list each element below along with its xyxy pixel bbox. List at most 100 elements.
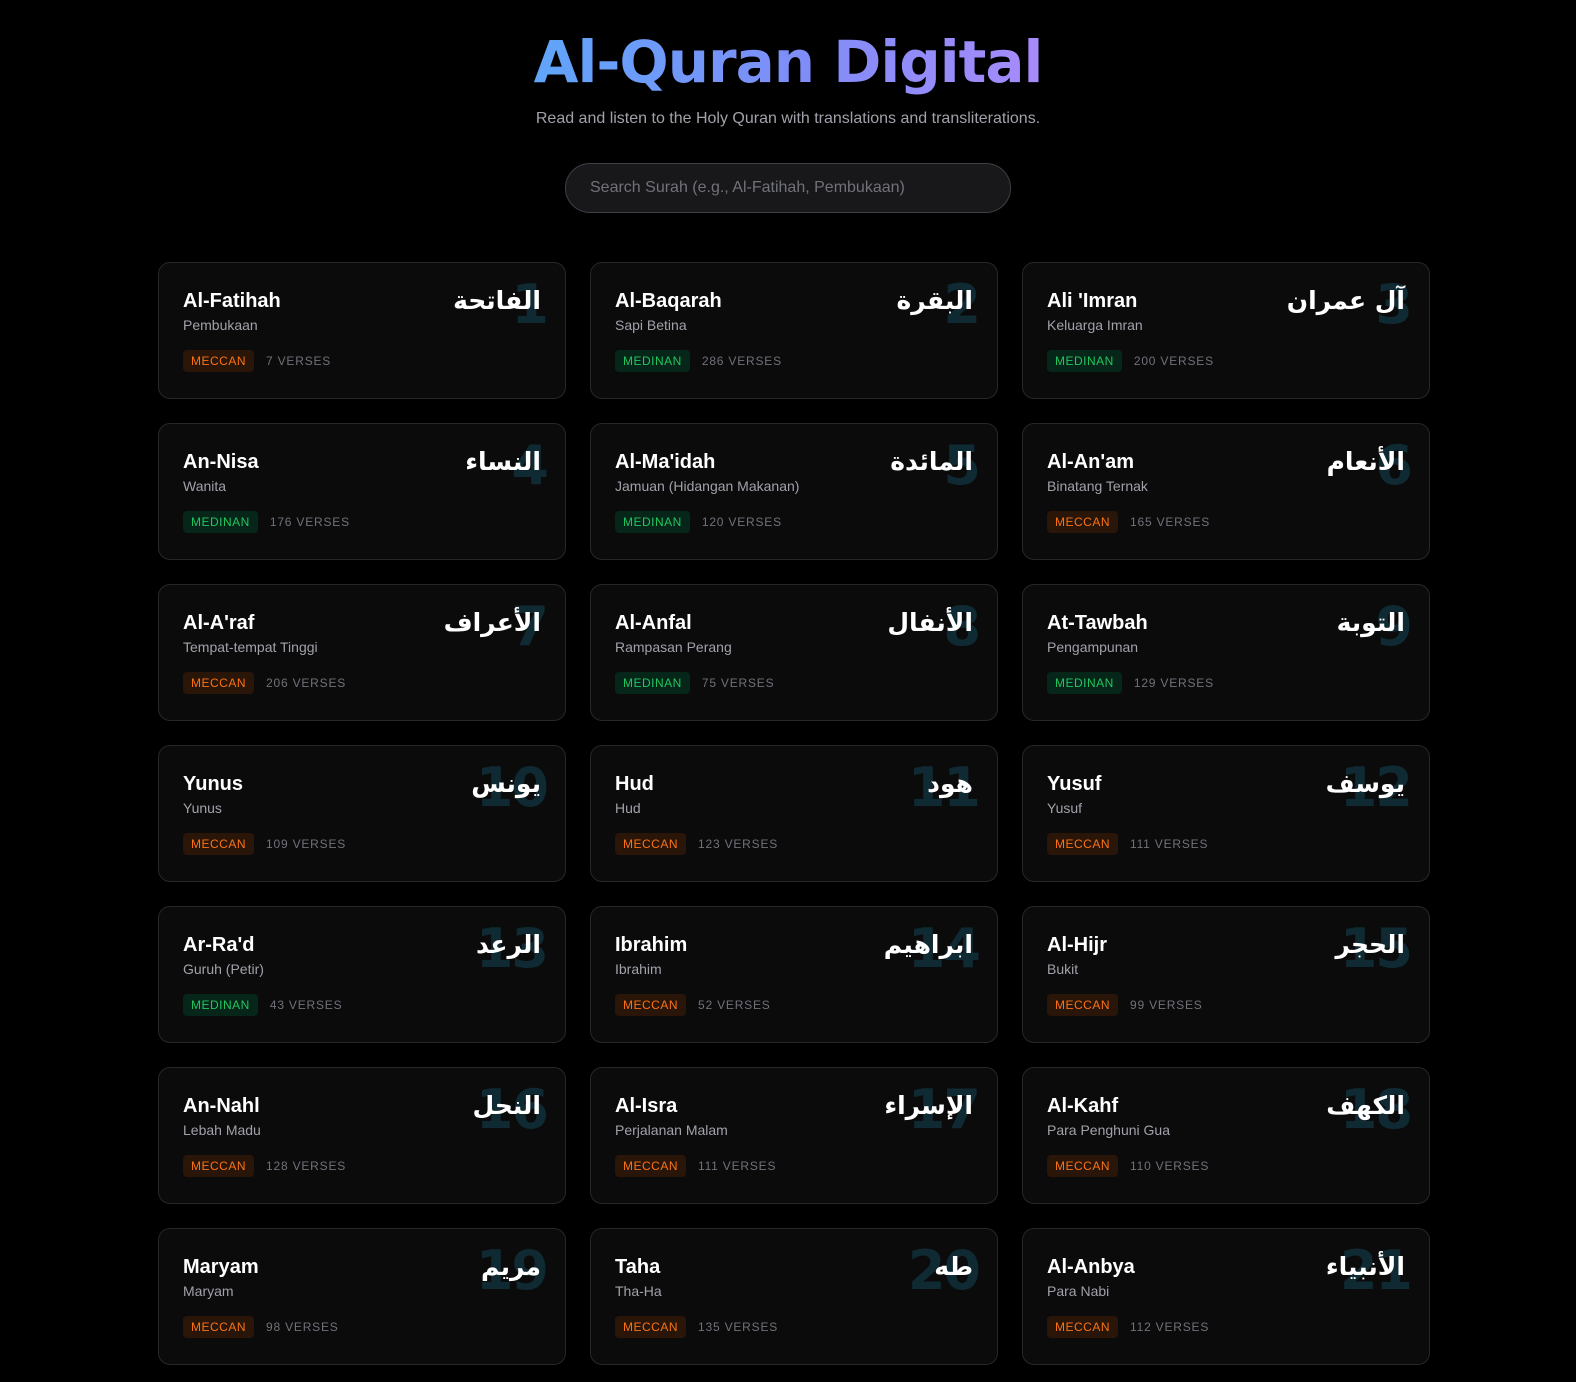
- revelation-badge: MECCAN: [1047, 833, 1119, 855]
- surah-meta: MEDINAN 129 VERSES: [1047, 672, 1214, 694]
- surah-meta: MECCAN 165 VERSES: [1047, 511, 1210, 533]
- surah-arabic-name: النحل: [472, 1091, 542, 1120]
- surah-translation: Wanita: [183, 478, 227, 494]
- surah-card-16[interactable]: 16 An-Nahl Lebah Madu النحل MECCAN 128 V…: [158, 1067, 566, 1204]
- verse-count: 128 VERSES: [266, 1159, 347, 1173]
- page-header: Al-Quran Digital Read and listen to the …: [0, 0, 1576, 130]
- surah-card-7[interactable]: 7 Al-A'raf Tempat-tempat Tinggi الأعراف …: [158, 584, 566, 721]
- verse-count: 111 VERSES: [1130, 837, 1209, 851]
- revelation-badge: MECCAN: [615, 833, 687, 855]
- surah-arabic-name: النساء: [465, 447, 541, 476]
- surah-translation: Para Penghuni Gua: [1047, 1122, 1170, 1138]
- surah-meta: MECCAN 128 VERSES: [183, 1155, 346, 1177]
- surah-translation: Maryam: [183, 1283, 234, 1299]
- surah-name: Ar-Ra'd: [183, 934, 255, 956]
- verse-count: 176 VERSES: [269, 515, 350, 529]
- surah-translation: Tha-Ha: [615, 1283, 662, 1299]
- surah-translation: Keluarga Imran: [1047, 317, 1143, 333]
- revelation-badge: MEDINAN: [183, 994, 258, 1016]
- revelation-badge: MEDINAN: [615, 511, 690, 533]
- verse-count: 43 VERSES: [269, 998, 343, 1012]
- page-subtitle: Read and listen to the Holy Quran with t…: [535, 110, 1041, 127]
- surah-card-6[interactable]: 6 Al-An'am Binatang Ternak الأنعام MECCA…: [1022, 423, 1430, 560]
- verse-count: 111 VERSES: [698, 1159, 777, 1173]
- revelation-badge: MECCAN: [615, 1316, 687, 1338]
- surah-name: Al-Baqarah: [615, 290, 722, 312]
- surah-name: Al-Anbya: [1047, 1256, 1135, 1278]
- verse-count: 123 VERSES: [698, 837, 779, 851]
- surah-card-18[interactable]: 18 Al-Kahf Para Penghuni Gua الكهف MECCA…: [1022, 1067, 1430, 1204]
- surah-name: An-Nahl: [183, 1095, 260, 1117]
- surah-name: Al-Isra: [615, 1095, 678, 1117]
- surah-translation: Ibrahim: [615, 961, 662, 977]
- surah-card-20[interactable]: 20 Taha Tha-Ha طه MECCAN 135 VERSES: [590, 1228, 998, 1365]
- page-title: Al-Quran Digital: [533, 28, 1044, 96]
- surah-name: Ibrahim: [615, 934, 688, 956]
- surah-card-13[interactable]: 13 Ar-Ra'd Guruh (Petir) الرعد MEDINAN 4…: [158, 906, 566, 1043]
- revelation-badge: MECCAN: [1047, 511, 1119, 533]
- verse-count: 109 VERSES: [266, 837, 347, 851]
- surah-arabic-name: هود: [927, 769, 973, 798]
- surah-name: Al-Kahf: [1047, 1095, 1119, 1117]
- surah-card-9[interactable]: 9 At-Tawbah Pengampunan التوبة MEDINAN 1…: [1022, 584, 1430, 721]
- verse-count: 98 VERSES: [266, 1320, 339, 1334]
- surah-card-2[interactable]: 2 Al-Baqarah Sapi Betina البقرة MEDINAN …: [590, 262, 998, 399]
- surah-translation: Yusuf: [1047, 800, 1083, 816]
- search-input[interactable]: [565, 163, 1011, 213]
- surah-card-12[interactable]: 12 Yusuf Yusuf يوسف MECCAN 111 VERSES: [1022, 745, 1430, 882]
- verse-count: 129 VERSES: [1133, 676, 1214, 690]
- surah-name: Maryam: [183, 1256, 259, 1278]
- surah-name: Ali 'Imran: [1047, 290, 1138, 312]
- surah-arabic-name: الكهف: [1326, 1091, 1405, 1120]
- surah-card-11[interactable]: 11 Hud Hud هود MECCAN 123 VERSES: [590, 745, 998, 882]
- surah-meta: MECCAN 110 VERSES: [1047, 1155, 1209, 1177]
- surah-card-10[interactable]: 10 Yunus Yunus يونس MECCAN 109 VERSES: [158, 745, 566, 882]
- surah-meta: MECCAN 98 VERSES: [183, 1316, 339, 1338]
- surah-name: At-Tawbah: [1047, 612, 1148, 634]
- surah-translation: Rampasan Perang: [615, 639, 732, 655]
- surah-name: Al-Anfal: [615, 612, 692, 634]
- verse-count: 206 VERSES: [266, 676, 347, 690]
- surah-card-21[interactable]: 21 Al-Anbya Para Nabi الأنبياء MECCAN 11…: [1022, 1228, 1430, 1365]
- surah-meta: MEDINAN 120 VERSES: [615, 511, 782, 533]
- surah-translation: Hud: [615, 800, 641, 816]
- surah-card-5[interactable]: 5 Al-Ma'idah Jamuan (Hidangan Makanan) ا…: [590, 423, 998, 560]
- surah-arabic-name: التوبة: [1336, 608, 1405, 637]
- surah-name: An-Nisa: [183, 451, 259, 473]
- surah-translation: Guruh (Petir): [183, 961, 264, 977]
- surah-translation: Pembukaan: [183, 317, 258, 333]
- surah-card-15[interactable]: 15 Al-Hijr Bukit الحجر MECCAN 99 VERSES: [1022, 906, 1430, 1043]
- surah-translation: Bukit: [1047, 961, 1079, 977]
- surah-card-14[interactable]: 14 Ibrahim Ibrahim ابراهيم MECCAN 52 VER…: [590, 906, 998, 1043]
- surah-arabic-name: طه: [934, 1252, 973, 1281]
- surah-name: Al-Ma'idah: [615, 451, 716, 473]
- verse-count: 52 VERSES: [698, 998, 771, 1012]
- surah-meta: MECCAN 123 VERSES: [615, 833, 778, 855]
- surah-arabic-name: البقرة: [896, 286, 973, 315]
- surah-translation: Perjalanan Malam: [615, 1122, 728, 1138]
- surah-card-17[interactable]: 17 Al-Isra Perjalanan Malam الإسراء MECC…: [590, 1067, 998, 1204]
- revelation-badge: MECCAN: [1047, 1155, 1119, 1177]
- surah-meta: MECCAN 7 VERSES: [183, 350, 331, 372]
- verse-count: 286 VERSES: [701, 354, 782, 368]
- revelation-badge: MECCAN: [615, 994, 687, 1016]
- surah-translation: Yunus: [183, 800, 222, 816]
- surah-arabic-name: الأنبياء: [1325, 1252, 1405, 1281]
- surah-name: Al-Fatihah: [183, 290, 281, 312]
- surah-arabic-name: الفاتحة: [453, 286, 541, 315]
- surah-name: Al-An'am: [1047, 451, 1134, 473]
- verse-count: 99 VERSES: [1130, 998, 1203, 1012]
- surah-translation: Binatang Ternak: [1047, 478, 1148, 494]
- surah-meta: MEDINAN 43 VERSES: [183, 994, 342, 1016]
- surah-card-8[interactable]: 8 Al-Anfal Rampasan Perang الأنفال MEDIN…: [590, 584, 998, 721]
- revelation-badge: MEDINAN: [615, 672, 690, 694]
- surah-card-4[interactable]: 4 An-Nisa Wanita النساء MEDINAN 176 VERS…: [158, 423, 566, 560]
- surah-arabic-name: الأنعام: [1326, 447, 1405, 476]
- surah-grid: 1 Al-Fatihah Pembukaan الفاتحة MECCAN 7 …: [158, 262, 1431, 1365]
- surah-card-3[interactable]: 3 Ali 'Imran Keluarga Imran آل عمران MED…: [1022, 262, 1430, 399]
- surah-translation: Pengampunan: [1047, 639, 1139, 655]
- surah-card-1[interactable]: 1 Al-Fatihah Pembukaan الفاتحة MECCAN 7 …: [158, 262, 566, 399]
- surah-card-19[interactable]: 19 Maryam Maryam مريم MECCAN 98 VERSES: [158, 1228, 566, 1365]
- surah-translation: Lebah Madu: [183, 1122, 261, 1138]
- surah-name: Al-Hijr: [1047, 934, 1107, 956]
